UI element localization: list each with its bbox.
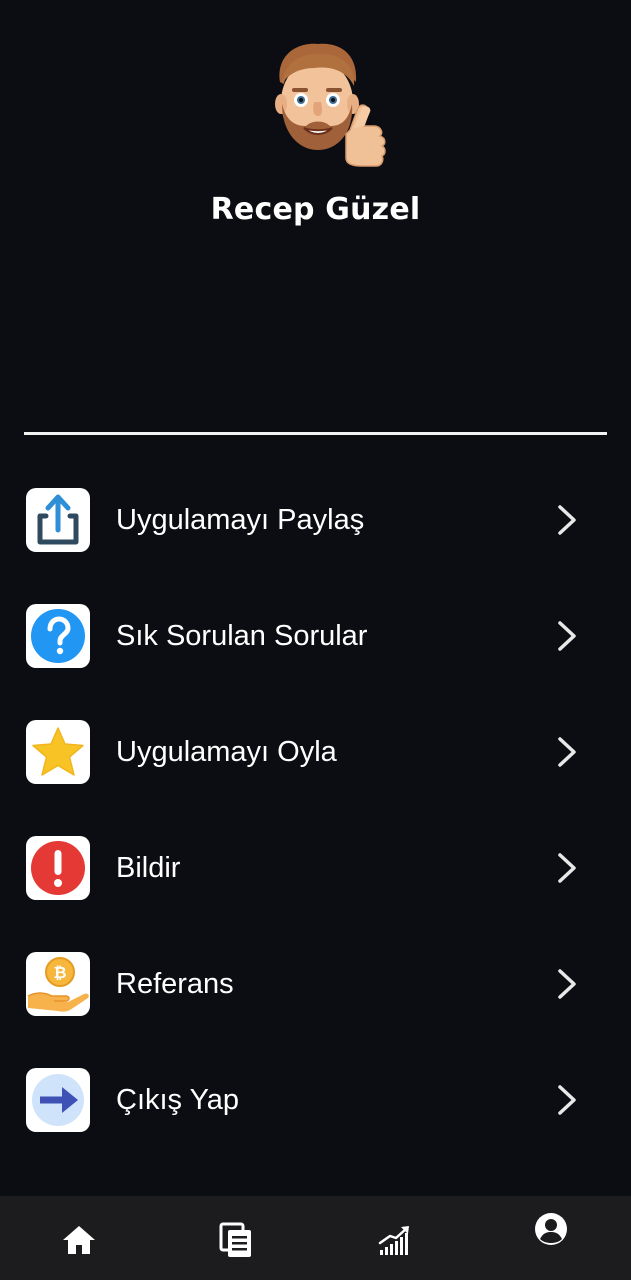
share-icon: [26, 488, 90, 552]
bottom-navigation: [0, 1196, 631, 1280]
chevron-right-icon: [558, 853, 576, 883]
menu-item-rate-app[interactable]: Uygulamayı Oyla: [0, 696, 631, 812]
nav-stats[interactable]: [314, 1196, 471, 1280]
nav-profile[interactable]: [471, 1196, 628, 1280]
menu-item-share-app[interactable]: Uygulamayı Paylaş: [0, 464, 631, 580]
logout-arrow-icon: [26, 1068, 90, 1132]
avatar[interactable]: [266, 38, 394, 168]
svg-text:₿: ₿: [53, 963, 66, 982]
profile-header: Recep Güzel: [0, 0, 631, 300]
star-icon: [26, 720, 90, 784]
chevron-right-icon: [558, 737, 576, 767]
menu-item-report[interactable]: Bildir: [0, 812, 631, 928]
home-icon: [63, 1226, 95, 1254]
chart-icon: [378, 1226, 409, 1255]
menu-item-label: Bildir: [116, 852, 181, 884]
chevron-right-icon: [558, 969, 576, 999]
settings-menu: Uygulamayı Paylaş Sık Sorulan Sorular Uy…: [0, 464, 631, 1160]
nav-home[interactable]: [0, 1196, 157, 1280]
referral-coin-icon: ₿: [26, 952, 90, 1016]
chevron-right-icon: [558, 621, 576, 651]
chevron-right-icon: [558, 505, 576, 535]
nav-documents[interactable]: [157, 1196, 314, 1280]
menu-item-label: Uygulamayı Paylaş: [116, 504, 365, 536]
menu-item-label: Sık Sorulan Sorular: [116, 620, 368, 652]
alert-icon: [26, 836, 90, 900]
profile-name: Recep Güzel: [210, 192, 421, 227]
question-icon: [26, 604, 90, 668]
divider: [24, 432, 607, 435]
menu-item-label: Referans: [116, 968, 234, 1000]
memoji-thumbs-up-avatar-icon: [275, 43, 386, 167]
menu-item-faq[interactable]: Sık Sorulan Sorular: [0, 580, 631, 696]
chevron-right-icon: [558, 1085, 576, 1115]
menu-item-logout[interactable]: Çıkış Yap: [0, 1044, 631, 1160]
documents-icon: [219, 1222, 251, 1257]
profile-icon: [535, 1213, 567, 1245]
menu-item-label: Uygulamayı Oyla: [116, 736, 337, 768]
menu-item-label: Çıkış Yap: [116, 1084, 240, 1116]
menu-item-referral[interactable]: ₿ Referans: [0, 928, 631, 1044]
